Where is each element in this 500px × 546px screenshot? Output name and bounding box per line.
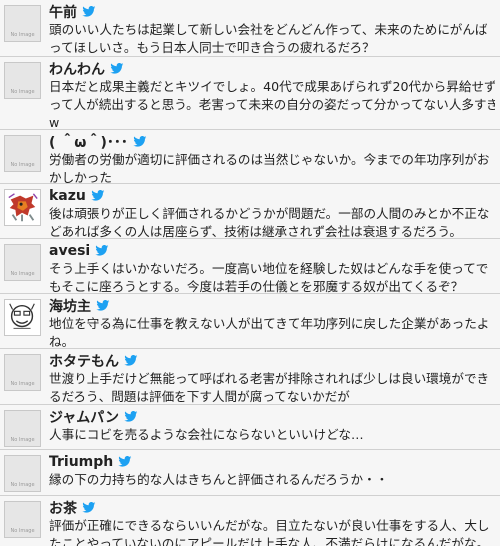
tweet-text: 労働者の労働が適切に評価されるのは当然じゃないか。今までの年功序列がお かしかった [49,151,495,187]
no-image-label: No Image [10,482,35,488]
user-name[interactable]: Triumph [49,454,113,470]
no-image-label: No Image [10,32,35,38]
tweet-text-line: 労働者の労働が適切に評価されるのは当然じゃないか。今までの年功序列がお [49,152,490,167]
user-name[interactable]: 海坊主 [49,296,91,316]
no-image-label: No Image [10,162,35,168]
sketch-avatar-image [5,300,40,335]
tweet-text: 地位を守る為に仕事を教えない人が出てきて年功序列に戻した企業があったよ ね。 [49,315,495,351]
twitter-bird-icon [124,411,138,422]
tweet-text: 評価が正確にできるならいいんだがな。目立たないが良い仕事をする人、大したことやっ… [49,517,495,546]
tweet-item: No Image Triumph 縁の下の力持ち的な人はきちんと評価されるんだろうか… [0,449,500,495]
no-image-label: No Image [10,528,35,534]
creature-avatar-image [5,190,40,225]
user-name[interactable]: avesi [49,243,90,259]
user-name[interactable]: ジャムパン [49,407,119,427]
user-name[interactable]: ホタテもん [49,351,119,371]
tweet-header: kazu [49,186,105,205]
twitter-bird-icon [95,245,109,256]
avatar[interactable]: No Image [4,62,41,99]
twitter-bird-icon [82,6,96,17]
tweet-text: 頭のいい人たちは起業して新しい会社をどんどん作って、未来のためにがんば ってほしい… [49,21,495,57]
tweet-text: 縁の下の力持ち的な人はきちんと評価されるんだろうか・・ [49,471,495,489]
tweet-item: No Image 午前 頭のいい人たちは起業して新しい会社をどんどん作って、未来のた… [0,0,500,56]
avatar[interactable]: No Image [4,135,41,172]
user-name[interactable]: お茶 [49,498,77,518]
tweet-text: そう上手くはいかないだろ。一度高い地位を経験した奴はどんな手を使ってで もそこに座… [49,260,495,296]
twitter-bird-icon [110,63,124,74]
tweet-item: No Image お茶 評価が正確にできるならいいんだがな。目立たないが良い仕事をす… [0,495,500,546]
user-name[interactable]: ( ＾ω＾)･･･ [49,132,128,152]
no-image-label: No Image [10,89,35,95]
tweet-text-line: 人事にコビを売るような会社にならないといいけどな… [49,427,364,442]
twitter-bird-icon [133,136,147,147]
tweet-header: avesi [49,241,109,260]
tweet-text-line: って人が続出すると思う。老害って未来の自分の姿だって分かってない人多すぎ [49,97,495,112]
tweet-item: No Image ホタテもん 世渡り上手だけど無能って呼ばれる老害が排除されれば少し… [0,348,500,404]
tweet-text-line: 評価が正確にできるならいいんだがな。目立たないが良い仕事をする人、大し [49,518,490,533]
tweet-text-line: そう上手くはいかないだろ。一度高い地位を経験した奴はどんな手を使ってで [49,261,489,276]
tweet-item: No Image avesi そう上手くはいかないだろ。一度高い地位を経験した奴はど… [0,238,500,296]
tweet-text: 後は頑張りが正しく評価されるかどうかが問題だ。一部の人間のみとか不正な どあれば多… [49,205,495,241]
user-name[interactable]: 午前 [49,2,77,22]
tweet-item: No Image ( ＾ω＾)･･･ 労働者の労働が適切に評価されるのは当然じゃない… [0,129,500,185]
tweet-text-line: 頭のいい人たちは起業して新しい会社をどんどん作って、未来のためにがんば [49,22,488,37]
user-name[interactable]: kazu [49,188,86,204]
tweet-text-line: 地位を守る為に仕事を教えない人が出てきて年功序列に戻した企業があったよ [49,316,490,331]
tweet-item: No Image ジャムパン 人事にコビを売るような会社にならないといいけどな… [0,404,500,449]
tweet-header: ジャムパン [49,407,138,426]
tweet-text-line: 後は頑張りが正しく評価されるかどうかが問題だ。一部の人間のみとか不正な [49,206,490,221]
twitter-bird-icon [124,355,138,366]
avatar[interactable]: No Image [4,354,41,391]
avatar[interactable] [4,189,41,226]
twitter-bird-icon [96,300,110,311]
twitter-bird-icon [91,190,105,201]
tweet-header: わんわん [49,59,124,78]
tweet-header: 午前 [49,2,96,21]
tweet-text-line: たことやっていないのにアピールだけ上手な人、不満だらけになるんだがな。 [49,536,490,546]
tweet-header: ( ＾ω＾)･･･ [49,132,147,151]
avatar[interactable] [4,299,41,336]
avatar[interactable]: No Image [4,501,41,538]
tweet-text-line: ってほしいさ。もう日本人同士で叩き合うの疲れるだろ？ [49,40,375,55]
tweet-text: 人事にコビを売るような会社にならないといいけどな… [49,426,495,444]
tweet-text: 日本だと成果主義だとキツイでしょ。40代で成果あげられず20代から昇給せず って人… [49,78,495,132]
tweet-header: お茶 [49,498,96,517]
tweet-text-line: 縁の下の力持ち的な人はきちんと評価されるんだろうか・・ [49,472,389,487]
tweet-text-line: 日本だと成果主義だとキツイでしょ。40代で成果あげられず20代から昇給せず [49,79,495,94]
tweet-item: No Image わんわん 日本だと成果主義だとキツイでしょ。40代で成果あげられず… [0,56,500,132]
avatar[interactable]: No Image [4,410,41,447]
twitter-bird-icon [82,502,96,513]
no-image-label: No Image [10,271,35,277]
tweet-item: kazu 後は頑張りが正しく評価されるかどうかが問題だ。一部の人間のみとか不正など… [0,183,500,241]
tweet-text-line: 世渡り上手だけど無能って呼ばれる老害が排除されれば少しは良い環境ができ [49,371,490,386]
tweet-header: 海坊主 [49,296,110,315]
tweet-feed: No Image 午前 頭のいい人たちは起業して新しい会社をどんどん作って、未来のた… [0,0,500,546]
twitter-bird-icon [118,456,132,467]
avatar[interactable]: No Image [4,455,41,492]
user-name[interactable]: わんわん [49,59,105,79]
no-image-label: No Image [10,437,35,443]
avatar[interactable]: No Image [4,5,41,42]
tweet-header: Triumph [49,452,132,471]
avatar[interactable]: No Image [4,244,41,281]
tweet-item: 海坊主 地位を守る為に仕事を教えない人が出てきて年功序列に戻した企業があったよ ね。 [0,293,500,351]
no-image-label: No Image [10,381,35,387]
tweet-header: ホタテもん [49,351,138,370]
tweet-text: 世渡り上手だけど無能って呼ばれる老害が排除されれば少しは良い環境ができ るだろう、… [49,370,495,406]
